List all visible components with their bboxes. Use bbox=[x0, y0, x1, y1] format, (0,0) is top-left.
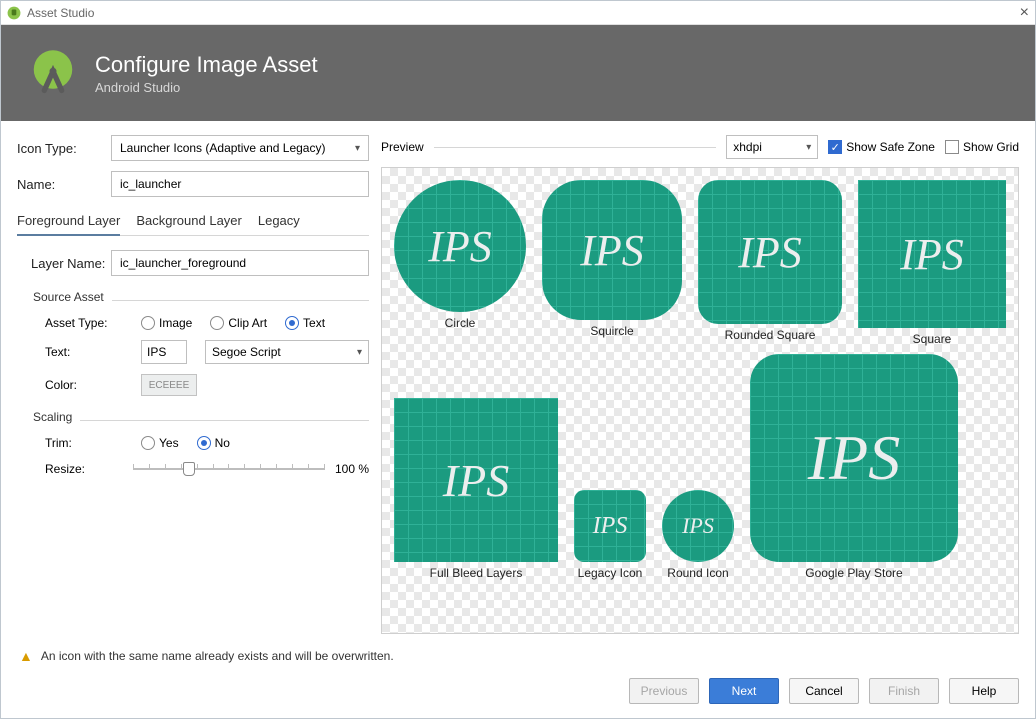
asset-type-label: Asset Type: bbox=[45, 316, 123, 330]
radio-image[interactable]: Image bbox=[141, 316, 192, 330]
radio-trim-no[interactable]: No bbox=[197, 436, 230, 450]
warning-text: An icon with the same name already exist… bbox=[41, 649, 394, 663]
content-area: Icon Type: Launcher Icons (Adaptive and … bbox=[1, 121, 1035, 634]
resize-label: Resize: bbox=[45, 462, 123, 476]
name-label: Name: bbox=[17, 177, 111, 192]
asset-studio-window: Asset Studio × Configure Image Asset And… bbox=[0, 0, 1036, 719]
icon-type-label: Icon Type: bbox=[17, 141, 111, 156]
preview-canvas: IPSCircle IPSSquircle IPSRounded Square … bbox=[381, 167, 1019, 634]
text-input[interactable] bbox=[141, 340, 187, 364]
chk-show-safe-zone[interactable]: ✓Show Safe Zone bbox=[828, 140, 935, 154]
window-close-icon[interactable]: × bbox=[1020, 4, 1029, 22]
cap-round: Round Icon bbox=[667, 566, 728, 580]
titlebar: Asset Studio × bbox=[1, 1, 1035, 25]
icon-type-combo[interactable]: Launcher Icons (Adaptive and Legacy) bbox=[111, 135, 369, 161]
warning-icon: ▲ bbox=[19, 648, 33, 664]
source-asset-group: Source Asset bbox=[33, 290, 104, 304]
banner: Configure Image Asset Android Studio bbox=[1, 25, 1035, 121]
layer-name-input[interactable] bbox=[111, 250, 369, 276]
android-studio-icon bbox=[7, 6, 21, 20]
tab-background-layer[interactable]: Background Layer bbox=[136, 209, 242, 235]
cap-legacy: Legacy Icon bbox=[578, 566, 643, 580]
preview-label: Preview bbox=[381, 140, 424, 154]
cancel-button[interactable]: Cancel bbox=[789, 678, 859, 704]
previous-button[interactable]: Previous bbox=[629, 678, 699, 704]
density-select[interactable]: xhdpi bbox=[726, 135, 818, 159]
config-panel: Icon Type: Launcher Icons (Adaptive and … bbox=[17, 135, 369, 634]
cap-play: Google Play Store bbox=[805, 566, 902, 580]
radio-trim-yes[interactable]: Yes bbox=[141, 436, 179, 450]
resize-value: 100 % bbox=[335, 462, 369, 476]
preview-panel: Preview xhdpi ✓Show Safe Zone Show Grid … bbox=[381, 135, 1019, 634]
scaling-group: Scaling bbox=[33, 410, 72, 424]
layer-tabs: Foreground Layer Background Layer Legacy bbox=[17, 209, 369, 236]
cap-circle: Circle bbox=[445, 316, 476, 330]
cap-squircle: Squircle bbox=[590, 324, 633, 338]
layer-name-label: Layer Name: bbox=[31, 256, 111, 271]
button-bar: Previous Next Cancel Finish Help bbox=[1, 664, 1035, 718]
name-input[interactable] bbox=[111, 171, 369, 197]
cap-rounded: Rounded Square bbox=[725, 328, 816, 342]
cap-square: Square bbox=[913, 332, 952, 346]
tab-legacy[interactable]: Legacy bbox=[258, 209, 300, 235]
help-button[interactable]: Help bbox=[949, 678, 1019, 704]
color-swatch[interactable]: ECEEEE bbox=[141, 374, 197, 396]
android-studio-large-icon bbox=[25, 45, 81, 101]
text-label: Text: bbox=[45, 345, 123, 359]
cap-full-bleed: Full Bleed Layers bbox=[430, 566, 523, 580]
color-label: Color: bbox=[45, 378, 123, 392]
font-combo[interactable]: Segoe Script bbox=[205, 340, 369, 364]
page-subtitle: Android Studio bbox=[95, 80, 318, 95]
warning-row: ▲ An icon with the same name already exi… bbox=[1, 634, 1035, 664]
tab-foreground-layer[interactable]: Foreground Layer bbox=[17, 209, 120, 236]
radio-text[interactable]: Text bbox=[285, 316, 325, 330]
page-title: Configure Image Asset bbox=[95, 52, 318, 78]
window-title: Asset Studio bbox=[27, 6, 94, 20]
next-button[interactable]: Next bbox=[709, 678, 779, 704]
radio-clip-art[interactable]: Clip Art bbox=[210, 316, 267, 330]
resize-slider[interactable] bbox=[133, 460, 325, 478]
finish-button[interactable]: Finish bbox=[869, 678, 939, 704]
chk-show-grid[interactable]: Show Grid bbox=[945, 140, 1019, 154]
trim-label: Trim: bbox=[45, 436, 123, 450]
